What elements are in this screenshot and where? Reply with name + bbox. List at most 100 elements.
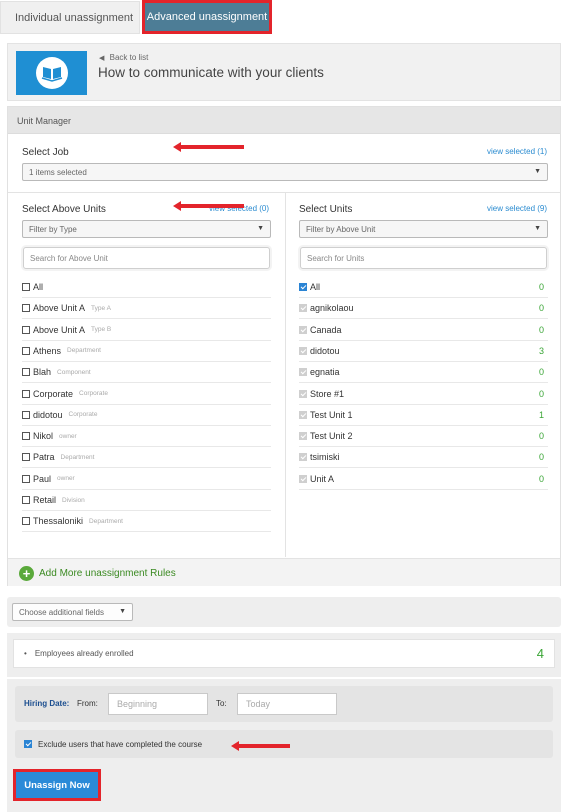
above-unit-list-item[interactable]: Paul owner xyxy=(22,469,271,490)
back-to-list-link[interactable]: ◀ Back to list xyxy=(99,53,148,62)
above-unit-list-item[interactable]: didotou Corporate xyxy=(22,405,271,426)
above-unit-checkbox[interactable] xyxy=(22,346,30,355)
unit-count: 1 xyxy=(538,409,544,420)
unit-count: 0 xyxy=(538,303,544,314)
above-unit-label: Above Unit A xyxy=(33,324,86,335)
units-label: Select Units xyxy=(299,204,353,215)
additional-fields-dropdown[interactable]: Choose additional fields ▼ xyxy=(12,603,133,621)
add-more-rules-link[interactable]: Add More unassignment Rules xyxy=(39,568,176,579)
unit-label: egnatia xyxy=(310,367,340,378)
filter-by-above-unit-dropdown[interactable]: Filter by Above Unit ▼ xyxy=(299,220,548,238)
unit-manager-title: Unit Manager xyxy=(17,116,72,126)
unit-checkbox[interactable] xyxy=(299,410,307,419)
above-unit-list-item[interactable]: Athens Department xyxy=(22,341,271,362)
hiring-to-input[interactable]: Today xyxy=(237,693,337,715)
unit-checkbox[interactable] xyxy=(299,389,307,398)
unit-label: Canada xyxy=(310,324,342,335)
unit-label: Unit A xyxy=(310,473,335,484)
unit-count: 0 xyxy=(538,431,544,442)
unit-checkbox[interactable] xyxy=(299,432,307,441)
above-unit-list-item[interactable]: All xyxy=(22,277,271,298)
unit-list-item[interactable]: tsimiski 0 xyxy=(299,447,548,469)
caret-down-icon: ▼ xyxy=(534,168,541,175)
unit-list-item[interactable]: didotou 3 xyxy=(299,341,548,362)
unit-count: 0 xyxy=(538,388,544,399)
above-unit-list-item[interactable]: Blah Component xyxy=(22,362,271,384)
above-unit-label: Retail xyxy=(33,495,57,505)
above-unit-checkbox[interactable] xyxy=(22,453,30,462)
above-unit-label: Patra xyxy=(33,452,55,463)
above-unit-list-item[interactable]: Thessaloniki Department xyxy=(22,511,271,533)
unit-type-label: Department xyxy=(67,347,101,355)
unit-list-item[interactable]: agnikolaou 0 xyxy=(299,298,548,320)
unit-list-item[interactable]: Unit A 0 xyxy=(299,469,548,490)
above-unit-checkbox[interactable] xyxy=(22,283,30,291)
page-title: How to communicate with your clients xyxy=(98,65,324,80)
annotation-arrow-icon xyxy=(173,201,244,211)
to-label: To: xyxy=(216,699,227,708)
enrolled-panel: • Employees already enrolled 4 xyxy=(7,633,561,677)
job-select-dropdown[interactable]: 1 items selected ▼ xyxy=(22,163,548,181)
enrolled-count: 4 xyxy=(536,646,544,661)
unit-label: Test Unit 1 xyxy=(310,409,353,420)
unit-list-item[interactable]: egnatia 0 xyxy=(299,362,548,384)
above-unit-label: Blah xyxy=(33,367,52,378)
above-unit-checkbox[interactable] xyxy=(22,496,30,504)
tab-advanced-unassignment[interactable]: Advanced unassignment xyxy=(145,3,269,31)
tab-individual-unassignment[interactable]: Individual unassignment xyxy=(0,1,140,34)
unit-list-item[interactable]: Test Unit 2 0 xyxy=(299,426,548,448)
above-unit-list-item[interactable]: Above Unit A Type B xyxy=(22,320,271,341)
from-label: From: xyxy=(77,699,98,708)
unassign-now-button[interactable]: Unassign Now xyxy=(16,772,98,798)
unit-type-label: Type B xyxy=(91,326,112,334)
above-unit-checkbox[interactable] xyxy=(22,325,30,334)
unit-type-label: Type A xyxy=(91,304,111,312)
above-unit-list-item[interactable]: Patra Department xyxy=(22,447,271,469)
unit-list-item[interactable]: Canada 0 xyxy=(299,320,548,341)
above-unit-checkbox[interactable] xyxy=(22,389,30,398)
caret-down-icon: ▼ xyxy=(257,225,264,232)
above-unit-checkbox[interactable] xyxy=(22,410,30,419)
unit-checkbox[interactable] xyxy=(299,474,307,483)
unit-checkbox[interactable] xyxy=(299,304,307,313)
unit-checkbox[interactable] xyxy=(299,283,307,291)
divider xyxy=(285,192,286,557)
above-unit-label: All xyxy=(33,282,44,292)
unit-checkbox[interactable] xyxy=(299,346,307,355)
annotation-arrow-icon xyxy=(173,142,244,152)
plus-circle-icon[interactable]: + xyxy=(19,566,34,581)
unit-label: didotou xyxy=(310,345,340,356)
unit-type-label: Department xyxy=(89,517,123,525)
unit-type-label: Corporate xyxy=(68,411,98,419)
exclude-completed-checkbox[interactable] xyxy=(24,740,32,748)
above-unit-list-item[interactable]: Corporate Corporate xyxy=(22,384,271,405)
unit-list-item[interactable]: All 0 xyxy=(299,277,548,298)
hiring-from-input[interactable]: Beginning xyxy=(108,693,208,715)
units-search-input[interactable]: Search for Units xyxy=(300,247,547,269)
book-icon xyxy=(35,57,68,89)
unit-list-item[interactable]: Store #1 0 xyxy=(299,384,548,405)
above-unit-checkbox[interactable] xyxy=(22,304,30,313)
above-unit-search-input[interactable]: Search for Above Unit xyxy=(23,247,270,269)
above-unit-list-item[interactable]: Above Unit A Type A xyxy=(22,298,271,320)
above-unit-checkbox[interactable] xyxy=(22,474,30,483)
above-unit-list-item[interactable]: Nikol owner xyxy=(22,426,271,448)
unit-checkbox[interactable] xyxy=(299,453,307,462)
annotation-arrow-icon xyxy=(231,741,290,751)
add-more-rules-row[interactable]: + Add More unassignment Rules xyxy=(8,558,560,586)
above-unit-checkbox[interactable] xyxy=(22,368,30,377)
above-unit-label: Athens xyxy=(33,345,62,356)
unit-list-item[interactable]: Test Unit 1 1 xyxy=(299,405,548,426)
unit-count: 0 xyxy=(538,324,544,335)
unit-checkbox[interactable] xyxy=(299,368,307,377)
above-unit-list-item[interactable]: Retail Division xyxy=(22,490,271,511)
filter-by-type-dropdown[interactable]: Filter by Type ▼ xyxy=(22,220,271,238)
unit-checkbox[interactable] xyxy=(299,325,307,334)
job-view-selected-link[interactable]: view selected (1) xyxy=(487,147,547,156)
above-unit-checkbox[interactable] xyxy=(22,432,30,441)
unit-manager-panel: Unit Manager Select Job view selected (1… xyxy=(7,106,561,586)
above-unit-checkbox[interactable] xyxy=(22,517,30,526)
above-unit-label: didotou xyxy=(33,409,63,420)
units-view-selected-link[interactable]: view selected (9) xyxy=(487,204,547,213)
unit-label: agnikolaou xyxy=(310,303,354,314)
